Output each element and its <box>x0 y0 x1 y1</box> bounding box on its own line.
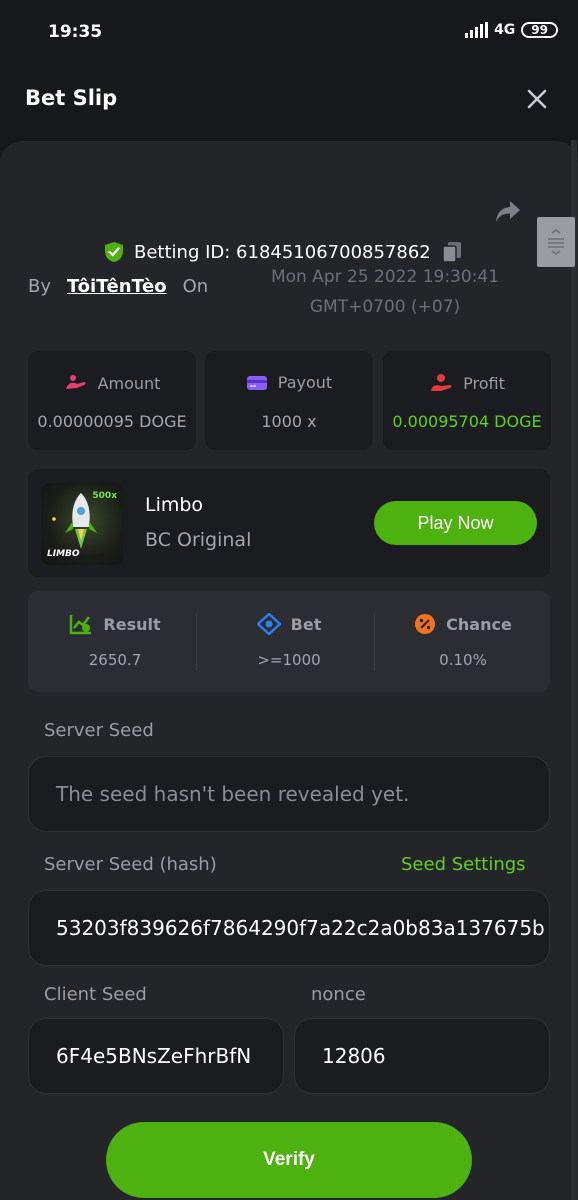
drag-handle-icon <box>548 229 564 255</box>
by-label: By <box>28 276 52 297</box>
battery-level: 99 <box>531 23 548 37</box>
bet-label: Bet <box>290 614 322 634</box>
server-seed-hash-field[interactable]: 53203f839626f7864290f7a22c2a0b83a137675b <box>28 890 550 966</box>
client-seed-field[interactable]: 6F4e5BNsZeFhrBfN <box>28 1018 284 1094</box>
bet-date: Mon Apr 25 2022 19:30:41 GMT+0700 (+07) <box>262 262 508 322</box>
page-title: Bet Slip <box>25 86 118 110</box>
amount-card: Amount 0.00000095 DOGE <box>28 351 196 450</box>
play-now-button[interactable]: Play Now <box>374 501 537 545</box>
status-bar: 19:35 4G 99 <box>0 0 578 66</box>
server-seed-label: Server Seed <box>44 720 154 741</box>
result-label: Result <box>103 614 161 634</box>
game-thumb-title: LIMBO <box>47 549 80 559</box>
profit-value: 0.00095704 DOGE <box>392 412 542 431</box>
amount-icon <box>65 375 86 389</box>
verify-button[interactable]: Verify <box>106 1122 472 1198</box>
client-seed-label: Client Seed <box>44 984 147 1005</box>
payout-card-icon <box>246 375 267 390</box>
on-label: On <box>182 276 209 297</box>
bet-date-line2: GMT+0700 (+07) <box>309 297 461 317</box>
amount-label: Amount <box>97 373 161 393</box>
bet-value: >=1000 <box>257 651 321 669</box>
bet-column: Bet >=1000 <box>202 591 376 692</box>
profit-icon <box>431 374 452 391</box>
nonce-label: nonce <box>311 984 366 1005</box>
network-type: 4G <box>494 22 516 38</box>
profit-card: Profit 0.00095704 DOGE <box>383 351 551 450</box>
bet-date-line1: Mon Apr 25 2022 19:30:41 <box>270 267 500 287</box>
divider <box>374 613 375 671</box>
amount-value: 0.00000095 DOGE <box>37 412 187 431</box>
bet-tag-icon <box>256 613 281 635</box>
chance-value: 0.10% <box>439 651 487 669</box>
result-chart-icon <box>70 615 92 635</box>
server-seed-hash-label: Server Seed (hash) <box>44 854 217 875</box>
result-value: 2650.7 <box>88 651 142 669</box>
game-provider: BC Original <box>145 529 252 551</box>
betting-id-row: Betting ID: 61845106700857862 <box>104 240 463 264</box>
divider <box>196 613 197 671</box>
payout-label: Payout <box>277 373 333 392</box>
profit-label: Profit <box>463 373 505 393</box>
battery-icon: 99 <box>521 22 558 38</box>
username-link[interactable]: TôiTênTèo <box>67 276 167 297</box>
nonce-field[interactable]: 12806 <box>294 1018 550 1094</box>
chance-label: Chance <box>446 614 512 634</box>
game-thumbnail[interactable]: 500x LIMBO <box>41 483 123 565</box>
game-thumb-multiplier: 500x <box>92 491 117 501</box>
result-column: Result 2650.7 <box>28 591 202 692</box>
status-icons: 4G 99 <box>465 22 558 38</box>
payout-value: 1000 x <box>261 412 317 431</box>
share-icon[interactable] <box>494 197 522 225</box>
copy-icon[interactable] <box>441 240 463 264</box>
chance-percent-icon <box>415 614 436 634</box>
scrollbar-track[interactable] <box>571 140 577 1200</box>
seed-settings-link[interactable]: Seed Settings <box>401 854 526 875</box>
verified-shield-icon <box>105 242 123 262</box>
signal-icon <box>465 22 489 38</box>
game-name: Limbo <box>145 494 204 516</box>
bettor-row: By TôiTênTèo On <box>28 276 208 297</box>
status-time: 19:35 <box>48 22 103 42</box>
payout-card: Payout 1000 x <box>205 351 373 450</box>
server-seed-field: The seed hasn't been revealed yet. <box>28 756 550 832</box>
close-icon[interactable] <box>526 88 548 110</box>
result-card: Result 2650.7 Bet >=1000 Chance 0.10% <box>28 591 550 692</box>
scrollbar-thumb[interactable] <box>537 217 575 267</box>
game-card: 500x LIMBO Limbo BC Original Play Now <box>28 469 550 577</box>
chance-column: Chance 0.10% <box>376 591 550 692</box>
betting-id: Betting ID: 61845106700857862 <box>134 241 431 263</box>
